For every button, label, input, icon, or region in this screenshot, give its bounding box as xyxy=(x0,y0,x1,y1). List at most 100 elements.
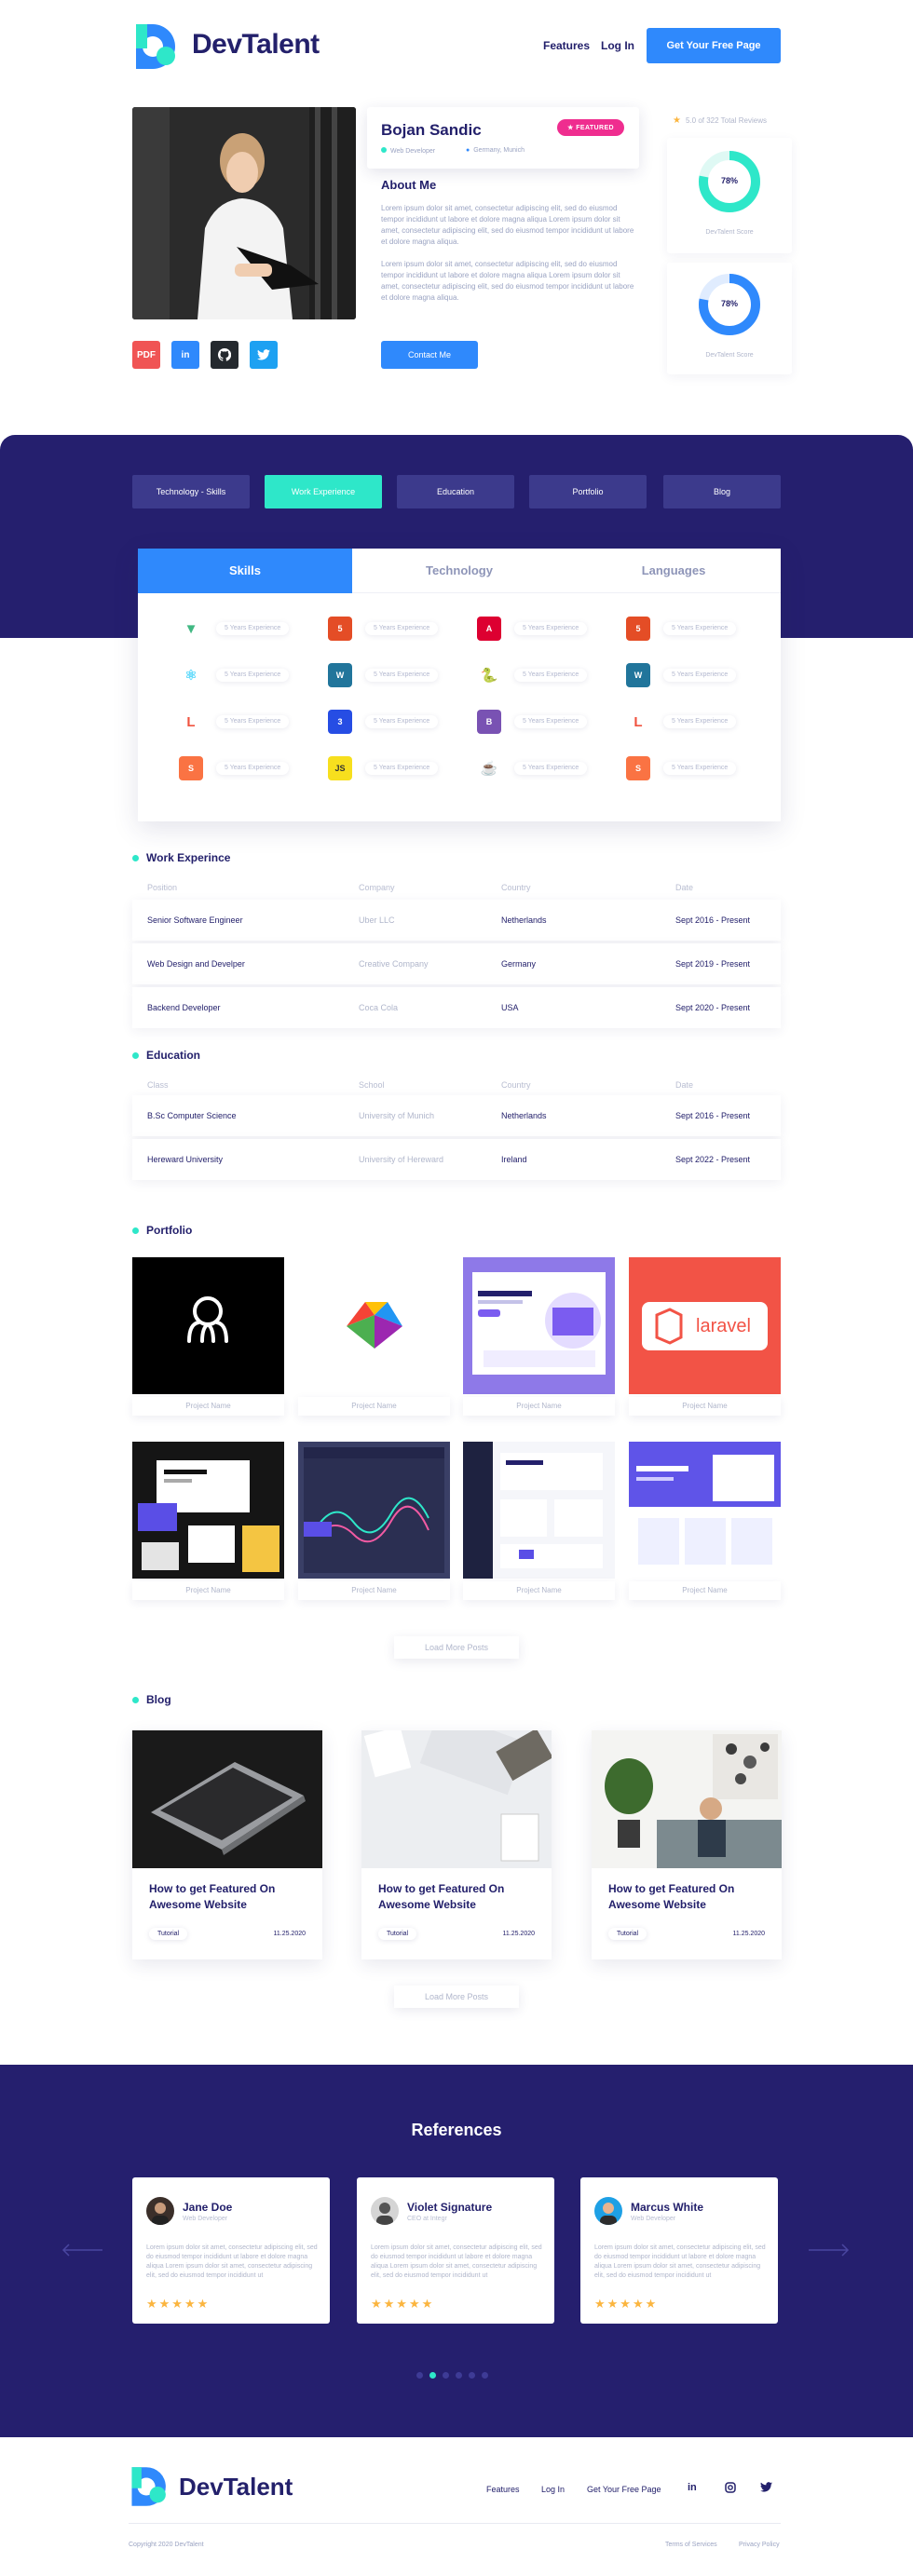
arrow-right-icon[interactable] xyxy=(807,2243,852,2257)
twitter-icon[interactable] xyxy=(250,341,278,369)
arrow-left-icon[interactable] xyxy=(60,2243,104,2257)
rating-stars: ★★★★★ xyxy=(594,2297,659,2311)
blog-card-3[interactable]: How to get Featured On Awesome Website T… xyxy=(592,1730,782,1959)
featured-badge-label: FEATURED xyxy=(576,125,614,131)
skill-experience-pill: 5 Years Experience xyxy=(514,762,588,775)
star-icon: ★ xyxy=(673,115,681,126)
table-header: Country xyxy=(501,1080,531,1090)
html5-icon: 5 xyxy=(626,617,650,641)
avatar xyxy=(371,2197,399,2225)
skills-tab-technology[interactable]: Technology xyxy=(352,549,566,593)
table-header: Company xyxy=(359,883,395,892)
tab-work-experience[interactable]: Work Experience xyxy=(265,475,382,508)
portfolio-section-title: Portfolio xyxy=(132,1224,192,1237)
footer-link-free-page[interactable]: Get Your Free Page xyxy=(587,2485,661,2494)
pdf-button[interactable]: PDF xyxy=(132,341,160,369)
skill-experience-pill: 5 Years Experience xyxy=(663,762,737,775)
carousel-dot-1[interactable] xyxy=(416,2372,423,2379)
skills-tab-languages[interactable]: Languages xyxy=(566,549,781,593)
table-cell: University of Hereward xyxy=(359,1155,444,1164)
reference-name: Violet Signature xyxy=(407,2201,493,2214)
skill-experience-pill: 5 Years Experience xyxy=(514,715,588,728)
profile-name-card: Bojan Sandic ★ FEATURED Web Developer ● G… xyxy=(367,107,639,169)
blog-post-date: 11.25.2020 xyxy=(273,1931,306,1937)
laravel-icon: L xyxy=(179,710,203,734)
footer-twitter-icon[interactable] xyxy=(760,2482,772,2492)
skills-tab-skills[interactable]: Skills xyxy=(138,549,352,593)
carousel-dot-4[interactable] xyxy=(456,2372,462,2379)
tab-technology-skills[interactable]: Technology - Skills xyxy=(132,475,250,508)
portfolio-load-more-button[interactable]: Load More Posts xyxy=(394,1636,519,1659)
blog-section-title: Blog xyxy=(132,1693,171,1706)
portfolio-item-3[interactable] xyxy=(463,1257,615,1394)
portfolio-item-1[interactable] xyxy=(132,1257,284,1394)
tab-blog[interactable]: Blog xyxy=(663,475,781,508)
footer-linkedin-icon[interactable]: in xyxy=(688,2482,697,2493)
vue-icon: ▼ xyxy=(179,617,203,641)
table-cell: Backend Developer xyxy=(147,1003,221,1012)
portfolio-label-8: Project Name xyxy=(629,1581,781,1600)
portfolio-label-7: Project Name xyxy=(463,1581,615,1600)
tab-portfolio[interactable]: Portfolio xyxy=(529,475,647,508)
avatar xyxy=(146,2197,174,2225)
blog-post-tag[interactable]: Tutorial xyxy=(608,1928,647,1940)
table-cell: Sept 2022 - Present xyxy=(675,1155,751,1164)
reference-text: Lorem ipsum dolor sit amet, consectetur … xyxy=(594,2244,766,2279)
blog-post-tag[interactable]: Tutorial xyxy=(378,1928,417,1940)
blog-load-more-button[interactable]: Load More Posts xyxy=(394,1986,519,2008)
skill-experience-pill: 5 Years Experience xyxy=(365,715,439,728)
carousel-dot-5[interactable] xyxy=(469,2372,475,2379)
footer-logo-icon[interactable] xyxy=(129,2465,177,2508)
portfolio-item-8[interactable] xyxy=(629,1442,781,1579)
brand-name[interactable]: DevTalent xyxy=(192,29,320,61)
blog-card-1[interactable]: How to get Featured On Awesome Website T… xyxy=(132,1730,322,1959)
swift-icon: S xyxy=(626,756,650,780)
nav-login[interactable]: Log In xyxy=(601,39,634,52)
nav-features[interactable]: Features xyxy=(543,39,590,52)
get-free-page-button[interactable]: Get Your Free Page xyxy=(647,28,781,63)
blog-post-tag[interactable]: Tutorial xyxy=(149,1928,188,1940)
portfolio-item-5[interactable] xyxy=(132,1442,284,1579)
table-cell: USA xyxy=(501,1003,519,1012)
score-card-2: 78% DevTalent Score xyxy=(667,263,792,374)
portfolio-label-4: Project Name xyxy=(629,1397,781,1416)
blog-post-date: 11.25.2020 xyxy=(732,1931,765,1937)
featured-badge: ★ FEATURED xyxy=(557,119,624,136)
blog-card-2[interactable]: How to get Featured On Awesome Website T… xyxy=(361,1730,552,1959)
terms-link[interactable]: Terms of Services xyxy=(665,2542,717,2548)
references-title: References xyxy=(411,2121,502,2139)
table-cell: Uber LLC xyxy=(359,915,395,925)
skill-experience-pill: 5 Years Experience xyxy=(514,669,588,682)
footer-brand[interactable]: DevTalent xyxy=(179,2473,293,2501)
tab-education[interactable]: Education xyxy=(397,475,514,508)
linkedin-icon[interactable]: in xyxy=(171,341,199,369)
github-icon[interactable] xyxy=(211,341,238,369)
portfolio-item-4[interactable]: laravel xyxy=(629,1257,781,1394)
reference-role: Web Developer xyxy=(631,2216,676,2222)
portfolio-label-3: Project Name xyxy=(463,1397,615,1416)
footer-link-login[interactable]: Log In xyxy=(541,2485,565,2494)
portfolio-item-7[interactable] xyxy=(463,1442,615,1579)
carousel-dot-6[interactable] xyxy=(482,2372,488,2379)
angular-icon: A xyxy=(477,617,501,641)
score-value-2: 78% xyxy=(720,299,738,308)
avatar xyxy=(594,2197,622,2225)
carousel-dot-3[interactable] xyxy=(443,2372,449,2379)
table-cell: Web Design and Develper xyxy=(147,959,245,969)
about-paragraph-2: Lorem ipsum dolor sit amet, consectetur … xyxy=(381,260,634,302)
contact-me-button[interactable]: Contact Me xyxy=(381,341,478,369)
table-cell: Creative Company xyxy=(359,959,429,969)
footer-link-features[interactable]: Features xyxy=(486,2485,520,2494)
devtalent-logo-icon[interactable] xyxy=(132,22,188,71)
portfolio-item-2[interactable] xyxy=(298,1257,450,1394)
reference-text: Lorem ipsum dolor sit amet, consectetur … xyxy=(371,2244,542,2279)
footer-instagram-icon[interactable] xyxy=(725,2482,736,2493)
react-icon: ⚛ xyxy=(179,663,203,687)
score-value-1: 78% xyxy=(720,176,738,185)
table-cell: B.Sc Computer Science xyxy=(147,1111,237,1120)
portfolio-item-6[interactable] xyxy=(298,1442,450,1579)
reference-card-3: Marcus White Web Developer Lorem ipsum d… xyxy=(580,2177,778,2324)
privacy-link[interactable]: Privacy Policy xyxy=(739,2542,780,2548)
bootstrap-icon: B xyxy=(477,710,501,734)
carousel-dot-2[interactable] xyxy=(429,2372,436,2379)
